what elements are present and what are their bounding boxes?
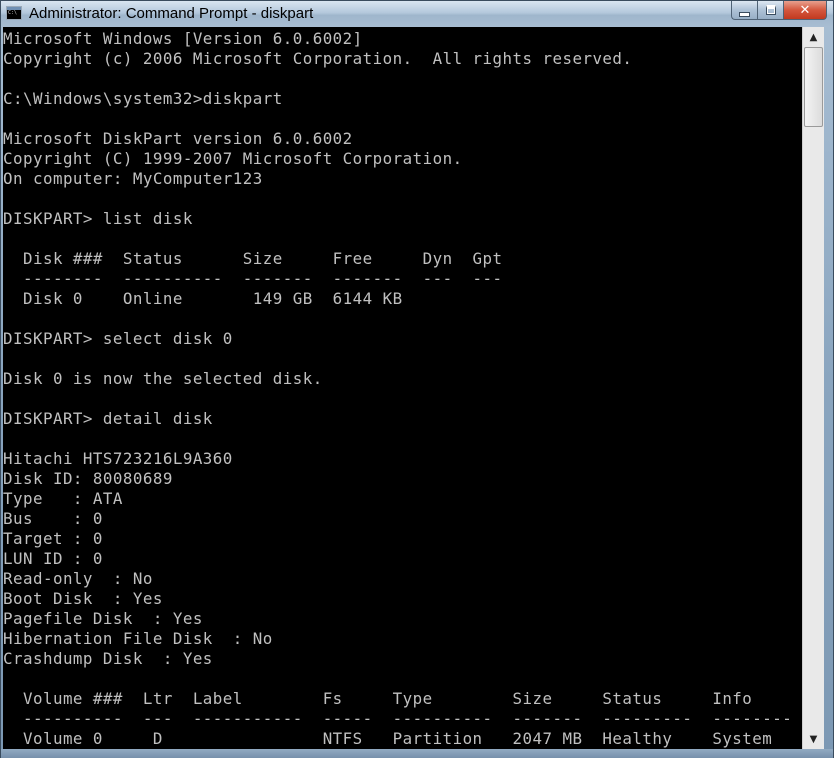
command-prompt-icon[interactable]	[6, 6, 22, 20]
console-line: Copyright (C) 1999-2007 Microsoft Corpor…	[3, 149, 463, 168]
vertical-scrollbar[interactable]: ▲ ▼	[802, 27, 824, 749]
scroll-down-arrow-icon[interactable]: ▼	[804, 730, 823, 748]
console-line: Disk 0 is now the selected disk.	[3, 369, 323, 388]
console-output[interactable]: Microsoft Windows [Version 6.0.6002] Copy…	[3, 27, 802, 749]
console-line: Microsoft DiskPart version 6.0.6002	[3, 129, 353, 148]
scrollbar-thumb[interactable]	[804, 47, 823, 127]
console-line: Hitachi HTS723216L9A360	[3, 449, 233, 468]
command-prompt-window: Administrator: Command Prompt - diskpart…	[0, 0, 834, 758]
maximize-button[interactable]	[757, 1, 783, 20]
console-line: Bus : 0	[3, 509, 103, 528]
console-line: Disk 0 Online 149 GB 6144 KB	[3, 289, 403, 308]
scroll-up-arrow-icon[interactable]: ▲	[804, 28, 823, 46]
console-line: DISKPART> select disk 0	[3, 329, 233, 348]
maximize-icon	[765, 5, 776, 15]
console-line: Volume ### Ltr Label Fs Type Size Status…	[3, 689, 753, 708]
close-icon: ✕	[799, 2, 811, 18]
close-button[interactable]: ✕	[783, 1, 827, 20]
console-line: Read-only : No	[3, 569, 153, 588]
console-line: Pagefile Disk : Yes	[3, 609, 203, 628]
console-line: Crashdump Disk : Yes	[3, 649, 213, 668]
console-line: Hibernation File Disk : No	[3, 629, 273, 648]
console-line: DISKPART> list disk	[3, 209, 193, 228]
window-title: Administrator: Command Prompt - diskpart	[29, 5, 314, 22]
console-line: Copyright (c) 2006 Microsoft Corporation…	[3, 49, 633, 68]
console-line: ---------- --- ----------- ----- -------…	[3, 709, 793, 728]
minimize-button[interactable]	[731, 1, 757, 20]
console-line: Target : 0	[3, 529, 103, 548]
window-bottom-border	[1, 749, 833, 758]
console-line: LUN ID : 0	[3, 549, 103, 568]
console-line: Volume 0 D NTFS Partition 2047 MB Health…	[3, 729, 773, 748]
console-line: C:\Windows\system32>diskpart	[3, 89, 283, 108]
console-line: -------- ---------- ------- ------- --- …	[3, 269, 503, 288]
console-line: DISKPART> detail disk	[3, 409, 213, 428]
console-line: Boot Disk : Yes	[3, 589, 163, 608]
title-bar[interactable]: Administrator: Command Prompt - diskpart…	[1, 1, 833, 27]
console-line: Disk ### Status Size Free Dyn Gpt	[3, 249, 503, 268]
console-line: Disk ID: 80080689	[3, 469, 173, 488]
caption-buttons: ✕	[731, 1, 827, 20]
minimize-icon	[739, 11, 750, 17]
console-line: Microsoft Windows [Version 6.0.6002]	[3, 29, 363, 48]
console-line: On computer: MyComputer123	[3, 169, 263, 188]
console-line: Type : ATA	[3, 489, 123, 508]
